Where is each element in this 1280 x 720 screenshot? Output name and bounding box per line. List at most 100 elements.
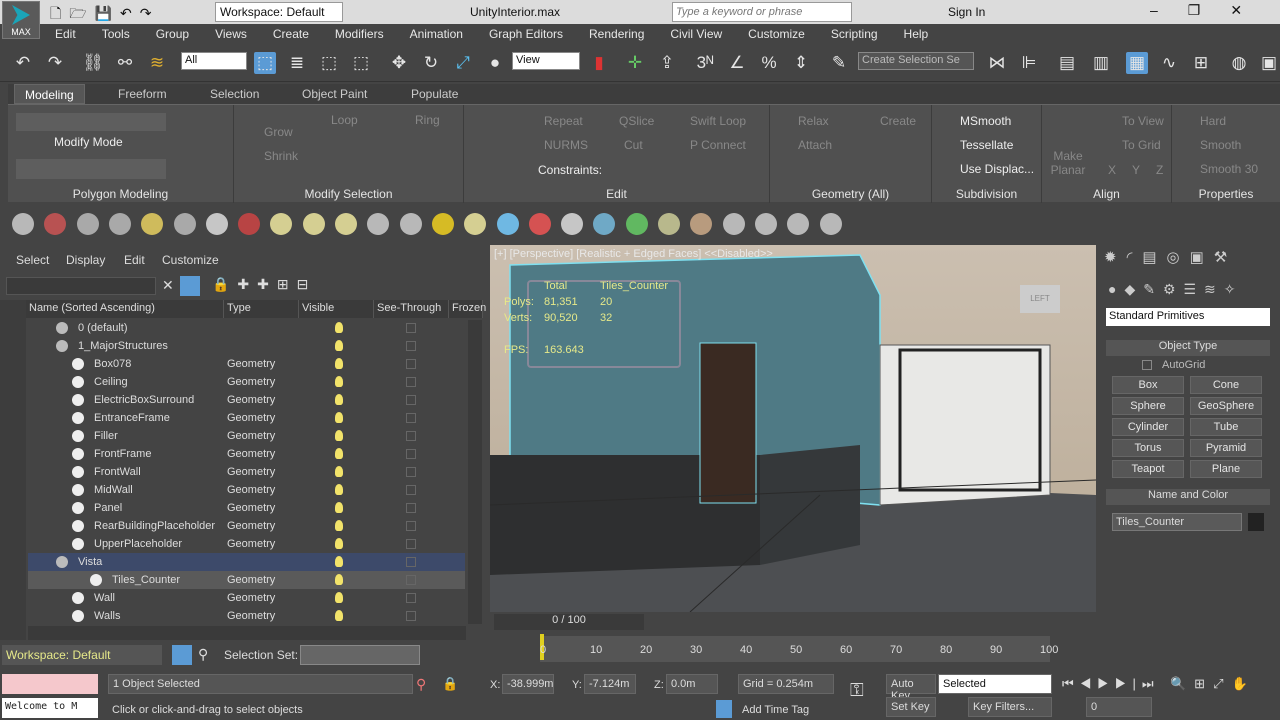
playback-controls[interactable]: ⏮◀▶▶|⏭ [1062,676,1160,692]
spinner-snap-icon[interactable]: ⇕ [790,52,812,74]
explorer-vertical-scrollbar[interactable] [468,320,482,624]
table-row[interactable]: 1_MajorStructures [28,337,465,355]
table-row[interactable]: Box078 Geometry [28,355,465,373]
visible-icon[interactable] [335,394,343,405]
menu-customize[interactable]: Customize [735,24,818,44]
see-through-checkbox[interactable] [406,539,416,549]
see-through-checkbox[interactable] [406,521,416,531]
visible-icon[interactable] [335,592,343,603]
selection-lock-icon[interactable]: 🔒 [442,676,458,692]
modify-mode-label[interactable]: Modify Mode [54,135,123,149]
table-row[interactable]: UpperPlaceholder Geometry [28,535,465,553]
see-through-checkbox[interactable] [406,395,416,405]
molecule-icon[interactable] [528,213,551,235]
tab-freeform[interactable]: Freeform [118,87,167,101]
explorer-menu-select[interactable]: Select [16,253,49,267]
menu-tools[interactable]: Tools [89,24,143,44]
visible-icon[interactable] [335,412,343,423]
cone-icon[interactable] [399,213,422,235]
time-tag-icon[interactable] [716,700,732,718]
grass-icon[interactable] [625,213,648,235]
viewport-label[interactable]: [+] [Perspective] [Realistic + Edged Fac… [494,248,773,260]
qslice-button[interactable]: QSlice [619,114,654,128]
render-frame-icon[interactable] [76,213,99,235]
geometry-all-label[interactable]: Geometry (All) [770,187,931,201]
named-selection-set-dropdown[interactable]: Create Selection Se [858,52,974,70]
sun-icon[interactable] [431,213,454,235]
table-row[interactable]: Tiles_Counter Geometry [28,571,465,589]
table-row[interactable]: Ceiling Geometry [28,373,465,391]
hair-icon[interactable] [658,213,680,235]
explorer-menu-edit[interactable]: Edit [124,253,145,267]
z-coordinate-field[interactable]: 0.0m [666,674,718,694]
ring-button[interactable]: Ring [415,113,440,127]
camera-icon[interactable] [173,213,196,235]
hemisphere-icon[interactable] [302,213,325,235]
maxscript-listener[interactable] [2,674,98,694]
unlink-icon[interactable]: ⚯ [114,52,136,74]
star-icon[interactable] [561,213,584,235]
column-type[interactable]: Type [224,300,299,318]
menu-group[interactable]: Group [143,24,202,44]
pivot-icon[interactable]: ▮ [588,52,610,74]
add-time-tag[interactable]: Add Time Tag [742,704,809,716]
tab-object-paint[interactable]: Object Paint [302,87,367,101]
menu-scripting[interactable]: Scripting [818,24,891,44]
see-through-checkbox[interactable] [406,611,416,621]
visible-icon[interactable] [335,466,343,477]
table-row[interactable]: MidWall Geometry [28,481,465,499]
repeat-button[interactable]: Repeat [544,114,583,128]
shell-icon[interactable] [690,213,713,235]
explorer-search-input[interactable] [6,277,156,295]
viewcube[interactable]: LEFT [1020,285,1060,313]
link-icon[interactable]: ⛓ [82,52,104,74]
column-frozen[interactable]: Frozen [449,300,486,318]
tube-button[interactable]: Tube [1190,418,1262,436]
app-logo[interactable]: MAX [2,1,40,39]
render-setup-icon[interactable] [108,213,131,235]
perspective-viewport[interactable]: [+] [Perspective] [Realistic + Edged Fac… [490,245,1096,612]
explorer-menu-customize[interactable]: Customize [162,253,219,267]
tab-selection[interactable]: Selection [210,87,259,101]
explorer-tool-icons[interactable]: 🔒✚✚⊞⊟ [212,276,316,293]
visible-icon[interactable] [335,574,343,585]
visible-icon[interactable] [335,376,343,387]
sphere-button[interactable]: Sphere [1112,397,1184,415]
particles-icon[interactable] [496,213,519,235]
teapot-icon[interactable] [12,213,34,235]
redo-icon[interactable]: ↷ [44,52,66,74]
subobject-icons[interactable] [16,113,166,131]
schematic-view-icon[interactable]: ⊞ [1190,52,1212,74]
visible-icon[interactable] [335,556,343,567]
menu-rendering[interactable]: Rendering [576,24,657,44]
menu-civil-view[interactable]: Civil View [657,24,735,44]
visible-icon[interactable] [335,610,343,621]
key-filters-button[interactable]: Key Filters... [968,697,1052,717]
menu-create[interactable]: Create [260,24,322,44]
align-x-button[interactable]: X [1108,163,1116,177]
clear-search-icon[interactable]: ✕ [162,277,174,294]
smooth-30-button[interactable]: Smooth 30 [1200,162,1258,176]
menu-help[interactable]: Help [891,24,942,44]
cylinder-button[interactable]: Cylinder [1112,418,1184,436]
sign-in-button[interactable]: Sign In [948,5,985,19]
align-y-button[interactable]: Y [1132,163,1140,177]
table-row[interactable]: Panel Geometry [28,499,465,517]
selection-filter-dropdown[interactable]: All [181,52,247,70]
bowl-icon[interactable] [367,213,390,235]
geosphere-button[interactable]: GeoSphere [1190,397,1262,415]
create-category-icons[interactable]: ●◆✎⚙☰≋✧ [1108,281,1244,298]
loop-button[interactable]: Loop [331,113,358,127]
shrink-button[interactable]: Shrink [264,149,298,163]
sort-by-hierarchy-icon[interactable]: ⚲ [198,646,208,663]
column-see-through[interactable]: See-Through [374,300,449,318]
align-z-button[interactable]: Z [1156,163,1163,177]
see-through-checkbox[interactable] [406,431,416,441]
make-planar-button[interactable]: Make Planar [1048,149,1088,177]
subobject-icons-row2[interactable] [16,159,166,179]
visible-icon[interactable] [335,322,343,333]
lights-icon[interactable] [141,213,164,235]
explorer-filter-strip[interactable] [0,300,26,640]
see-through-checkbox[interactable] [406,377,416,387]
table-row[interactable]: RearBuildingPlaceholder Geometry [28,517,465,535]
